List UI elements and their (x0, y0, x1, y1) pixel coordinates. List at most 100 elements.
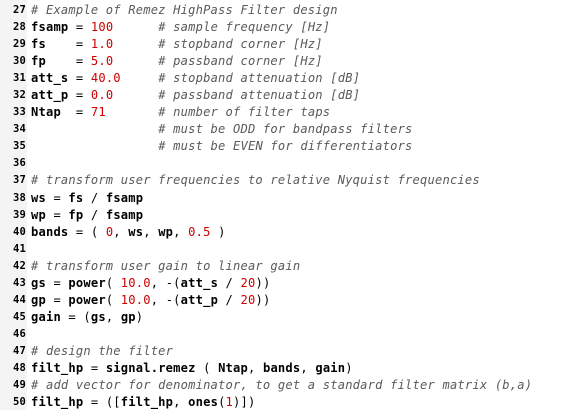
code-line[interactable]: 31 att_s = 40.0 # stopband attenuation [d… (0, 70, 571, 87)
code-line[interactable]: 43 gs = power( 10.0, -(att_s / 20)) (0, 275, 571, 292)
line-number: 34 (12, 123, 26, 136)
code-lines[interactable]: 27 # Example of Remez HighPass Filter des… (0, 2, 571, 410)
identifier-token: gs (31, 275, 46, 290)
line-number: 35 (12, 140, 26, 153)
code-line[interactable]: 28 fsamp = 100 # sample frequency [Hz] (0, 19, 571, 36)
code-line[interactable]: 37 # transform user frequencies to relati… (0, 172, 571, 189)
line-number: 39 (12, 208, 26, 221)
code-line[interactable]: 38 ws = fs / fsamp (0, 190, 571, 207)
line-number: 28 (12, 21, 26, 34)
code-line[interactable]: 29 fs = 1.0 # stopband corner [Hz] (0, 36, 571, 53)
code-text[interactable]: att_p = 0.0 # passband attenuation [dB] (27, 87, 360, 104)
code-text[interactable]: fp = 5.0 # passband corner [Hz] (27, 53, 323, 70)
identifier-token: gp (120, 309, 136, 324)
operator-token: = (45, 207, 69, 222)
identifier-token: gs (90, 309, 106, 324)
code-text[interactable]: fs = 1.0 # stopband corner [Hz] (27, 36, 323, 53)
code-text[interactable]: # must be EVEN for differentiators (27, 138, 413, 155)
code-line[interactable]: 40 bands = ( 0, ws, wp, 0.5 ) (0, 224, 571, 241)
number-literal: 0.0 (90, 88, 114, 103)
code-text[interactable]: # Example of Remez HighPass Filter desig… (27, 2, 338, 19)
code-line[interactable]: 39 wp = fp / fsamp (0, 207, 571, 224)
operator-token: = (45, 275, 69, 290)
code-text[interactable]: # add vector for denominator, to get a s… (27, 377, 532, 394)
line-number: 38 (12, 191, 26, 204)
identifier-token: fsamp (105, 207, 144, 222)
operator-token: / (218, 275, 241, 290)
operator-token: , -( (150, 292, 181, 307)
code-text[interactable]: wp = fp / fsamp (27, 207, 143, 224)
identifier-token: fsamp (105, 190, 144, 205)
code-line[interactable]: 34 # must be ODD for bandpass filters (0, 121, 571, 138)
identifier-token: wp (158, 224, 174, 239)
operator-token: ( (195, 360, 219, 375)
code-line[interactable]: 36 (0, 155, 571, 172)
code-text[interactable]: gain = (gs, gp) (27, 309, 143, 326)
identifier-token: power (68, 292, 106, 307)
code-line[interactable]: 33 Ntap = 71 # number of filter taps (0, 104, 571, 121)
line-number: 31 (12, 72, 26, 85)
code-text[interactable]: filt_hp = ([filt_hp, ones(1)]) (27, 394, 255, 410)
code-line[interactable]: 45 gain = (gs, gp) (0, 309, 571, 326)
identifier-token: att_p (180, 292, 219, 307)
code-text[interactable]: ws = fs / fsamp (27, 190, 143, 207)
identifier-token: ones (188, 395, 219, 410)
code-line[interactable]: 32 att_p = 0.0 # passband attenuation [dB… (0, 87, 571, 104)
code-line[interactable]: 46 (0, 326, 571, 343)
operator-token: , (300, 360, 316, 375)
operator-token: / (83, 190, 106, 205)
operator-token: = (83, 360, 106, 375)
comment-token: # transform user gain to linear gain (31, 258, 301, 273)
code-line[interactable]: 49 # add vector for denominator, to get a… (0, 377, 571, 394)
code-editor[interactable]: 27 # Example of Remez HighPass Filter des… (0, 0, 571, 410)
line-number: 40 (12, 225, 26, 238)
code-text[interactable]: filt_hp = signal.remez ( Ntap, bands, ga… (27, 360, 353, 377)
code-text[interactable]: bands = ( 0, ws, wp, 0.5 ) (27, 224, 226, 241)
code-line[interactable]: 27 # Example of Remez HighPass Filter des… (0, 2, 571, 19)
identifier-token: Ntap (218, 360, 248, 375)
line-number: 36 (12, 157, 26, 170)
code-line[interactable]: 41 (0, 241, 571, 258)
line-number: 41 (12, 242, 26, 255)
code-line[interactable]: 44 gp = power( 10.0, -(att_p / 20)) (0, 292, 571, 309)
code-text[interactable] (27, 241, 31, 258)
code-text[interactable] (27, 326, 31, 343)
code-line[interactable]: 30 fp = 5.0 # passband corner [Hz] (0, 53, 571, 70)
operator-token: / (83, 207, 106, 222)
number-literal: 40.0 (90, 71, 121, 86)
operator-token: )) (255, 292, 271, 307)
code-text[interactable]: # must be ODD for bandpass filters (27, 121, 413, 138)
code-text[interactable]: # design the filter (27, 343, 173, 360)
code-line[interactable]: 42 # transform user gain to linear gain (0, 258, 571, 275)
identifier-token: bands (31, 224, 69, 239)
operator-token: , (173, 224, 189, 239)
number-literal: 0.5 (188, 224, 211, 239)
operator-token: = (45, 54, 91, 69)
operator-token: = (68, 71, 91, 86)
operator-token: = ( (60, 309, 91, 324)
line-number: 49 (12, 379, 26, 392)
code-line[interactable]: 47 # design the filter (0, 343, 571, 360)
code-text[interactable]: # transform user gain to linear gain (27, 258, 300, 275)
code-text[interactable]: gs = power( 10.0, -(att_s / 20)) (27, 275, 270, 292)
code-text[interactable] (27, 155, 31, 172)
code-text[interactable]: # transform user frequencies to relative… (27, 172, 480, 189)
operator-token: = (45, 190, 69, 205)
line-number: 29 (12, 38, 26, 51)
identifier-token: bands (262, 360, 301, 375)
code-text[interactable]: Ntap = 71 # number of filter taps (27, 104, 330, 121)
identifier-token: signal.remez (105, 360, 196, 375)
operator-token: ( (105, 292, 121, 307)
code-line[interactable]: 48 filt_hp = signal.remez ( Ntap, bands, … (0, 360, 571, 377)
code-line[interactable]: 50 filt_hp = ([filt_hp, ones(1)]) (0, 394, 571, 410)
code-line[interactable]: 35 # must be EVEN for differentiators (0, 138, 571, 155)
identifier-token: Ntap (31, 105, 61, 120)
code-text[interactable]: att_s = 40.0 # stopband attenuation [dB] (27, 70, 360, 87)
comment-token: # sample frequency [Hz] (158, 20, 331, 35)
code-text[interactable]: fsamp = 100 # sample frequency [Hz] (27, 19, 330, 36)
code-text[interactable]: gp = power( 10.0, -(att_p / 20)) (27, 292, 270, 309)
identifier-token: fp (68, 207, 84, 222)
line-number: 27 (12, 4, 26, 16)
number-literal: 20 (240, 292, 256, 307)
identifier-token: att_p (31, 88, 69, 103)
